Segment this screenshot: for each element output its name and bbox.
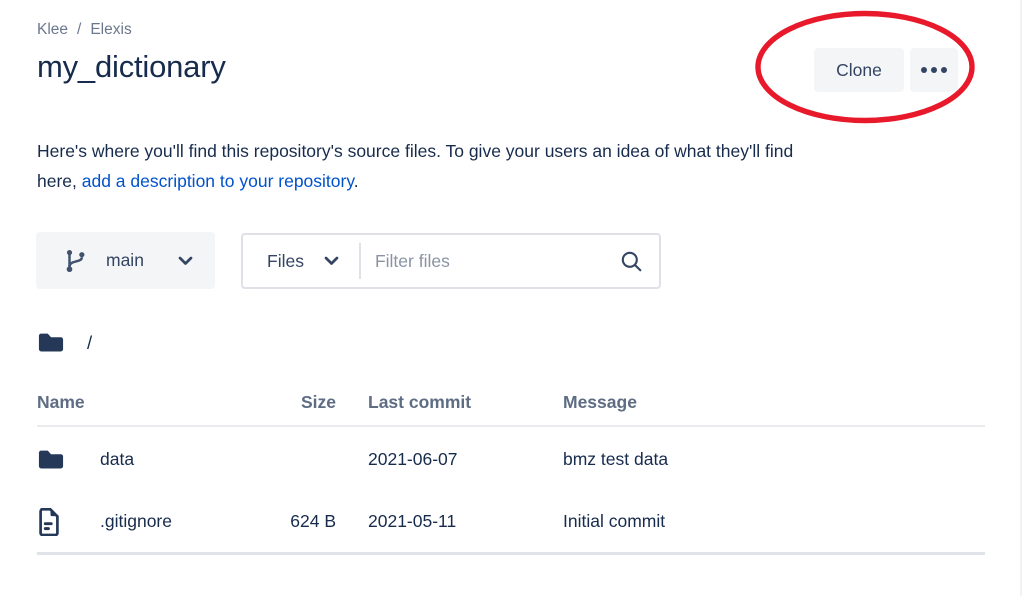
- description-line1: Here's where you'll find this repository…: [37, 141, 793, 161]
- column-header-size: Size: [260, 392, 336, 413]
- more-options-button[interactable]: [910, 48, 958, 92]
- column-header-name: Name: [37, 392, 260, 413]
- chevron-down-icon: [324, 256, 339, 266]
- table-row: data 2021-06-07 bmz test data: [37, 427, 985, 491]
- file-name-cell: .gitignore: [100, 511, 260, 532]
- breadcrumb-repo-link[interactable]: Elexis: [90, 19, 131, 40]
- folder-icon: [37, 448, 100, 471]
- chevron-down-icon: [178, 256, 193, 266]
- repository-source-page: Klee / Elexis my_dictionary Clone Here's…: [0, 0, 1022, 596]
- folder-link[interactable]: data: [100, 449, 134, 469]
- source-toolbar: main Files: [36, 232, 1020, 289]
- branch-selector[interactable]: main: [36, 232, 215, 289]
- column-header-message: Message: [563, 392, 985, 413]
- breadcrumb-project-link[interactable]: Klee: [37, 19, 68, 40]
- description-line2-prefix: here,: [37, 171, 82, 191]
- document-icon: [37, 508, 100, 536]
- file-link[interactable]: .gitignore: [100, 511, 172, 531]
- commit-message-cell: Initial commit: [563, 511, 985, 532]
- header-actions: Clone: [814, 48, 958, 92]
- file-table: Name Size Last commit Message data 2021-…: [37, 368, 985, 555]
- git-branch-icon: [63, 248, 89, 274]
- file-filter-group: Files: [241, 233, 661, 289]
- current-path-row: /: [37, 331, 1020, 354]
- description-suffix: .: [354, 171, 359, 191]
- clone-button[interactable]: Clone: [814, 48, 904, 92]
- breadcrumb-separator: /: [77, 19, 81, 40]
- last-commit-cell: 2021-06-07: [368, 449, 563, 470]
- ellipsis-icon: [920, 66, 948, 74]
- breadcrumb: Klee / Elexis: [37, 19, 1020, 40]
- repo-description: Here's where you'll find this repository…: [37, 136, 972, 196]
- last-commit-cell: 2021-05-11: [368, 511, 563, 532]
- commit-message-cell: bmz test data: [563, 449, 985, 470]
- folder-icon: [37, 331, 65, 354]
- file-size-cell: 624 B: [260, 511, 336, 532]
- search-icon: [620, 250, 643, 273]
- root-path-link[interactable]: /: [87, 332, 92, 354]
- filter-scope-label: Files: [267, 251, 304, 272]
- add-description-link[interactable]: add a description to your repository: [82, 171, 354, 191]
- branch-name-label: main: [106, 250, 144, 271]
- column-header-last-commit: Last commit: [368, 392, 563, 413]
- filter-scope-select[interactable]: Files: [243, 235, 359, 287]
- table-row: .gitignore 624 B 2021-05-11 Initial comm…: [37, 491, 985, 555]
- file-table-header: Name Size Last commit Message: [37, 368, 985, 427]
- filter-files-input[interactable]: [361, 235, 620, 287]
- file-name-cell: data: [100, 449, 260, 470]
